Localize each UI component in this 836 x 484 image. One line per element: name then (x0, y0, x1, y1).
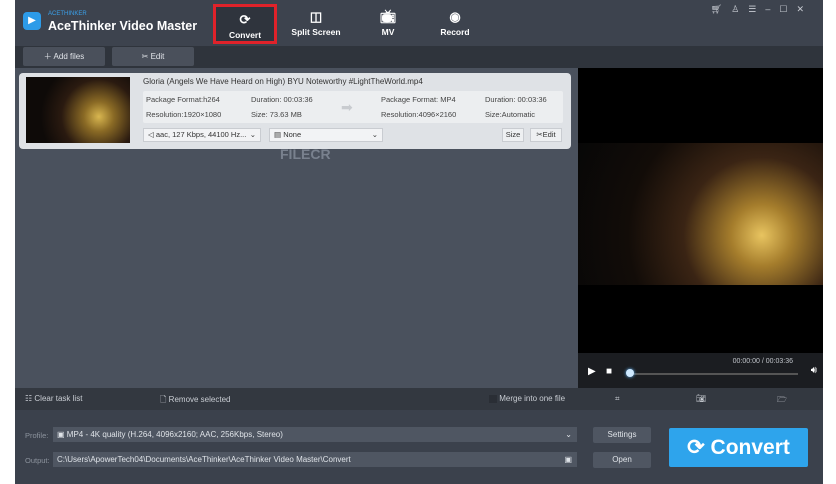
close-icon[interactable]: ✕ (796, 4, 813, 14)
tv-icon: 📺︎ (379, 9, 397, 24)
refresh-icon: ⟳ (687, 436, 705, 459)
player-controls: 00:00:00 / 00:03:36 ▶ ■ 🔊︎ (578, 353, 823, 388)
clear-label: Clear task list (34, 394, 83, 403)
tab-label: Record (440, 27, 470, 37)
tab-label: Split Screen (291, 27, 341, 37)
audio-track-select[interactable]: ◁ aac, 127 Kbps, 44100 Hz... ⌄ (143, 128, 261, 142)
edit-button[interactable]: ✂ Edit (112, 47, 194, 66)
speaker-icon: ◁ (148, 130, 154, 139)
source-duration: Duration: 00:03:36 (251, 95, 313, 104)
subtitle-value: None (283, 130, 302, 139)
file-name: Gloria (Angels We Have Heard on High) BY… (143, 77, 423, 86)
scissors-icon: ✂ (141, 52, 149, 61)
convert-label: Convert (710, 436, 790, 459)
menu-icon[interactable]: ☰ (748, 4, 765, 14)
output-value: C:\Users\ApowerTech04\Documents\AceThink… (57, 455, 351, 464)
chevron-down-icon: ⌄ (249, 130, 256, 139)
app-window: ▶ ACETHINKER AceThinker Video Master ⟳ Co… (15, 0, 823, 484)
refresh-icon: ⟳ (239, 12, 251, 27)
file-edit-button[interactable]: ✂Edit (530, 128, 562, 142)
target-resolution: Resolution:4096×2160 (381, 110, 457, 119)
watermark: FILECR (280, 146, 331, 162)
split-screen-icon: ◫ (309, 9, 323, 24)
camera-icon[interactable]: 📷︎ (696, 394, 706, 403)
file-info: Package Format:h264 Duration: 00:03:36 R… (143, 91, 563, 123)
chevron-down-icon: ⌄ (371, 130, 378, 139)
edit-label: Edit (150, 52, 165, 61)
profile-select[interactable]: ▣ MP4 - 4K quality (H.264, 4096x2160; AA… (53, 427, 577, 442)
volume-icon[interactable]: 🔊︎ (811, 365, 817, 376)
tab-record[interactable]: ◉ Record (423, 4, 487, 44)
clear-list-icon: ☷ (25, 394, 33, 403)
plus-icon: ＋ (43, 52, 52, 61)
seek-bar[interactable] (628, 373, 798, 375)
subtitle-icon: ▤ (274, 130, 282, 139)
folder-icon[interactable]: 🗁 (777, 394, 787, 408)
toolbar: ＋ Add files ✂ Edit (15, 46, 823, 68)
profile-label: Profile: (25, 431, 49, 440)
tab-mv[interactable]: 📺︎ MV (356, 4, 420, 44)
subtitle-select[interactable]: ▤ None ⌄ (269, 128, 383, 142)
arrow-right-icon: ➡ (341, 99, 353, 115)
target-size: Size:Automatic (485, 110, 536, 119)
video-preview: 00:00:00 / 00:03:36 ▶ ■ 🔊︎ (578, 68, 823, 388)
seek-handle[interactable] (626, 369, 634, 377)
output-settings: Profile: ▣ MP4 - 4K quality (H.264, 4096… (15, 410, 823, 484)
file-list: Gloria (Angels We Have Heard on High) BY… (15, 68, 578, 388)
title-bar: ▶ ACETHINKER AceThinker Video Master ⟳ Co… (15, 0, 823, 46)
minimize-icon[interactable]: – (765, 4, 779, 14)
stop-icon[interactable]: ■ (606, 366, 612, 377)
profile-value: MP4 - 4K quality (H.264, 4096x2160; AAC,… (66, 430, 283, 439)
output-path-input[interactable]: C:\Users\ApowerTech04\Documents\AceThink… (53, 452, 577, 467)
remove-file-icon: 🗋︎ (160, 395, 167, 404)
source-resolution: Resolution:1920×1080 (146, 110, 222, 119)
user-icon[interactable]: ♙ (731, 4, 748, 14)
brand-small: ACETHINKER (48, 11, 87, 17)
video-thumbnail (26, 77, 130, 143)
maximize-icon[interactable]: ☐ (779, 4, 796, 14)
merge-label: Merge into one file (499, 394, 566, 403)
record-icon: ◉ (449, 9, 461, 24)
play-icon[interactable]: ▶ (588, 366, 596, 377)
app-logo-icon: ▶ (23, 12, 41, 30)
size-button[interactable]: Size (502, 128, 524, 142)
target-duration: Duration: 00:03:36 (485, 95, 547, 104)
target-format: Package Format: MP4 (381, 95, 456, 104)
add-files-label: Add files (53, 52, 85, 61)
playback-time: 00:00:00 / 00:03:36 (732, 358, 793, 365)
clear-task-list-button[interactable]: ☷ Clear task list (25, 394, 82, 403)
checkbox[interactable] (489, 394, 497, 403)
crop-icon[interactable]: ⌗ (615, 394, 620, 404)
audio-value: aac, 127 Kbps, 44100 Hz... (155, 130, 247, 139)
source-size: Size: 73.63 MB (251, 110, 302, 119)
merge-checkbox[interactable]: Merge into one file (489, 394, 565, 403)
file-item[interactable]: Gloria (Angels We Have Heard on High) BY… (19, 73, 571, 149)
tab-label: MV (381, 27, 395, 37)
convert-button[interactable]: ⟳ Convert (669, 428, 808, 467)
window-controls: 🛒︎♙☰–☐✕ (711, 4, 813, 15)
remove-label: Remove selected (168, 395, 231, 404)
video-frame (578, 143, 823, 285)
app-title: AceThinker Video Master (48, 19, 198, 33)
browse-folder-icon[interactable]: ▣ (564, 452, 572, 467)
chevron-down-icon: ⌄ (565, 430, 572, 439)
open-button[interactable]: Open (593, 452, 651, 468)
source-format: Package Format:h264 (146, 95, 220, 104)
cart-icon[interactable]: 🛒︎ (711, 4, 731, 14)
remove-selected-button[interactable]: 🗋︎ Remove selected (160, 394, 230, 408)
task-bar: ☷ Clear task list 🗋︎ Remove selected Mer… (15, 388, 823, 410)
add-files-button[interactable]: ＋ Add files (23, 47, 105, 66)
tab-split-screen[interactable]: ◫ Split Screen (284, 4, 348, 44)
tab-convert[interactable]: ⟳ Convert (213, 4, 277, 44)
tab-label: Convert (228, 30, 262, 40)
format-icon: ▣ (57, 430, 65, 439)
output-label: Output: (25, 456, 50, 465)
settings-button[interactable]: Settings (593, 427, 651, 443)
file-edit-label: Edit (542, 130, 556, 139)
